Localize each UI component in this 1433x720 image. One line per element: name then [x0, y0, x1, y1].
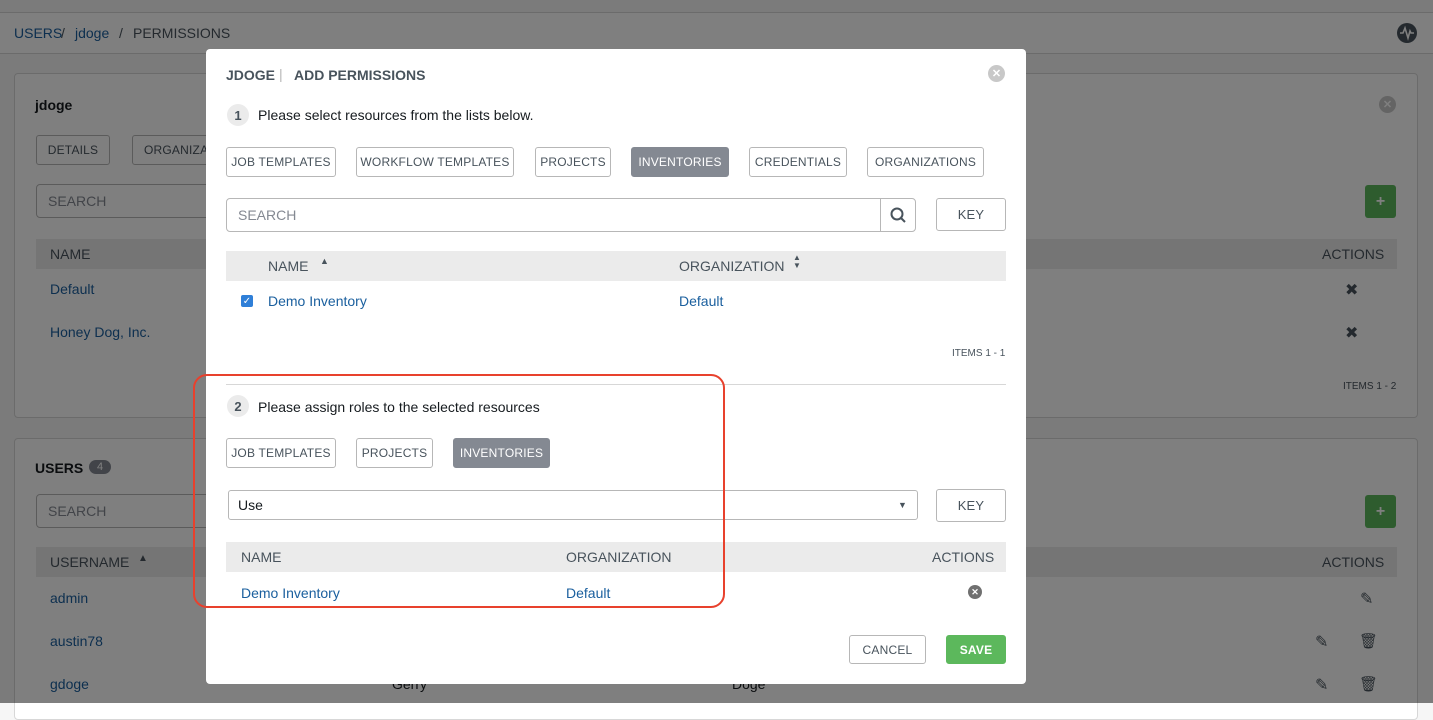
items-count: ITEMS 1 - 1	[952, 348, 1006, 359]
sort-ascending-icon[interactable]: ▲	[320, 256, 329, 266]
key-button[interactable]: KEY	[936, 489, 1006, 522]
tab-organizations[interactable]: ORGANIZATIONS	[867, 147, 984, 177]
cancel-button[interactable]: CANCEL	[849, 635, 926, 664]
save-button[interactable]: SAVE	[946, 635, 1006, 664]
search-button[interactable]	[880, 198, 916, 232]
callout-highlight	[193, 374, 725, 608]
step-instructions: Please select resources from the lists b…	[258, 107, 534, 123]
search-input[interactable]: SEARCH	[226, 198, 881, 232]
column-actions: ACTIONS	[932, 549, 995, 565]
close-icon[interactable]: ✕	[988, 65, 1005, 82]
column-organization[interactable]: ORGANIZATION	[679, 258, 785, 274]
tab-workflow-templates[interactable]: WORKFLOW TEMPLATES	[356, 147, 514, 177]
row-checkbox[interactable]: ✓	[241, 295, 253, 307]
tab-credentials[interactable]: CREDENTIALS	[749, 147, 847, 177]
chevron-down-icon: ▼	[898, 500, 907, 510]
sort-icon[interactable]: ▲ ▼	[793, 254, 801, 270]
organization-link[interactable]: Default	[679, 293, 723, 309]
step-number: 1	[227, 104, 249, 126]
table-header: NAME ▲ ORGANIZATION ▲ ▼	[226, 251, 1006, 281]
title-separator: |	[279, 66, 283, 82]
table-row[interactable]: Demo Inventory	[268, 293, 367, 309]
search-icon	[890, 207, 906, 223]
tab-projects[interactable]: PROJECTS	[535, 147, 611, 177]
key-button[interactable]: KEY	[936, 198, 1006, 231]
column-name[interactable]: NAME	[268, 258, 308, 274]
modal-title-user: JDOGE	[226, 67, 276, 83]
modal-title-action: ADD PERMISSIONS	[294, 67, 426, 83]
remove-icon[interactable]: ✕	[968, 585, 982, 599]
tab-inventories[interactable]: INVENTORIES	[631, 147, 729, 177]
tab-job-templates[interactable]: JOB TEMPLATES	[226, 147, 336, 177]
